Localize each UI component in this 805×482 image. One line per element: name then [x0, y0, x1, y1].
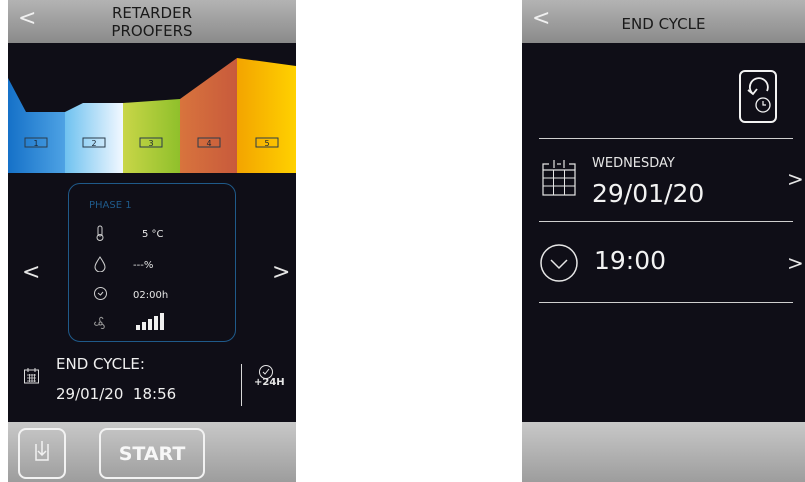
- header: < END CYCLE: [522, 0, 805, 43]
- download-icon: [35, 441, 49, 461]
- end-cycle-datetime[interactable]: 29/01/20 18:56: [56, 385, 176, 403]
- divider: [539, 302, 793, 303]
- date-chevron-icon: >: [787, 167, 804, 191]
- end-cycle-screen: < END CYCLE WEDNESDAY 29/01/20 > 19:00 >: [522, 0, 805, 482]
- phase-label-5-text: 5: [264, 139, 269, 148]
- end-cycle-date: 29/01/20: [56, 385, 124, 403]
- calendar-icon: [24, 368, 39, 384]
- phase-3-area: [123, 99, 180, 173]
- humidity-value: ---%: [133, 260, 154, 271]
- phase-name: PHASE 1: [89, 200, 132, 211]
- next-phase-button[interactable]: >: [272, 260, 290, 285]
- phase-4-area: [180, 58, 237, 173]
- thermometer-icon: [96, 225, 104, 241]
- plus-24h-button[interactable]: +24H: [254, 364, 294, 394]
- start-button-label: START: [118, 442, 186, 465]
- clock-icon: [540, 244, 578, 282]
- phase-1-area: [8, 78, 65, 173]
- fan-speed-bars-icon: [136, 313, 164, 330]
- phase-card[interactable]: PHASE 1 5 °C ---% 02:00h: [68, 183, 236, 342]
- end-cycle-time: 18:56: [132, 385, 177, 403]
- undo-clock-icon: [747, 77, 771, 113]
- title-line-1: RETARDER: [111, 4, 193, 22]
- footer-bar: [522, 422, 805, 482]
- prev-phase-button[interactable]: <: [22, 260, 40, 285]
- end-cycle-label: END CYCLE:: [56, 355, 145, 373]
- reset-button[interactable]: [739, 70, 777, 123]
- phase-label-1-text: 1: [33, 139, 38, 148]
- header: < RETARDER PROOFERS: [8, 0, 296, 43]
- time-chevron-icon: >: [787, 251, 804, 275]
- time-row[interactable]: 19:00 >: [522, 222, 805, 302]
- day-of-week: WEDNESDAY: [592, 156, 675, 171]
- fan-icon: [94, 316, 105, 329]
- time-value: 19:00: [594, 246, 667, 275]
- plus-24h-label: +24H: [254, 377, 285, 388]
- divider: [241, 364, 242, 406]
- phase-label-3-text: 3: [148, 139, 153, 148]
- date-value: 29/01/20: [592, 179, 705, 208]
- calendar-icon: [542, 160, 576, 196]
- page-title: END CYCLE: [621, 15, 706, 33]
- start-button[interactable]: START: [99, 428, 205, 479]
- clock-icon: [94, 287, 107, 300]
- download-button[interactable]: [18, 428, 66, 479]
- retarder-proofers-screen: < RETARDER PROOFERS 1 2 3 4 5 PHASE 1 5 …: [8, 0, 296, 482]
- phase-label-4-text: 4: [206, 139, 211, 148]
- phase-label-2-text: 2: [91, 139, 96, 148]
- footer-bar: START: [8, 422, 296, 482]
- phase-chart: 1 2 3 4 5: [8, 58, 296, 173]
- title-line-2: PROOFERS: [111, 22, 193, 40]
- phase-5-area: [237, 58, 296, 173]
- temperature-value: 5 °C: [142, 229, 164, 240]
- time-value: 02:00h: [133, 290, 169, 301]
- humidity-icon: [94, 256, 106, 272]
- date-row[interactable]: WEDNESDAY 29/01/20 >: [522, 139, 805, 221]
